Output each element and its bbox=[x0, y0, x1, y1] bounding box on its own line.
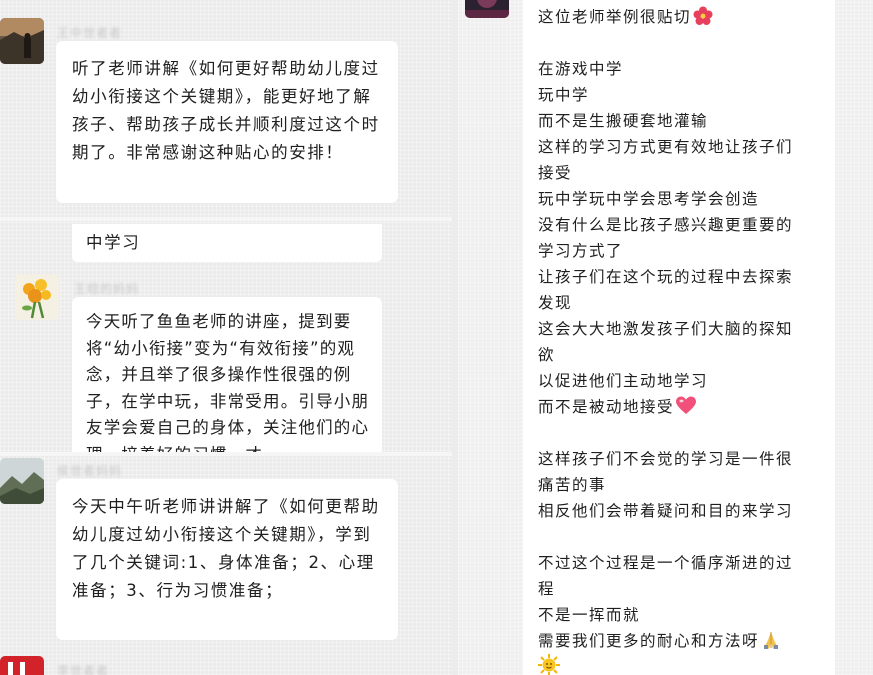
message-line bbox=[538, 524, 827, 550]
message-line: 而不是生搬硬套地灌输 bbox=[538, 112, 709, 130]
message-line: 这会大大地激发孩子们大脑的探知 bbox=[538, 320, 794, 338]
message-text: 听了老师讲解《如何更好帮助幼儿度过幼小衔接这个关键期》，能更好地了解孩子、帮助孩… bbox=[72, 59, 380, 162]
message-line: 程 bbox=[538, 580, 556, 598]
message-text-block: 这位老师举例很贴切 在游戏中学 玩中学 而不是生搬硬套地灌输 这样的学习方式更有… bbox=[538, 4, 827, 675]
message-line bbox=[538, 654, 827, 675]
message-line: 这样孩子们不会觉的学习是一件很 bbox=[538, 450, 794, 468]
message-bubble[interactable]: 听了老师讲解《如何更好帮助幼儿度过幼小衔接这个关键期》，能更好地了解孩子、帮助孩… bbox=[56, 41, 398, 203]
message-line: 欲 bbox=[538, 346, 556, 364]
message-line: 玩中学玩中学会思考学会创造 bbox=[538, 190, 760, 208]
message-line bbox=[538, 30, 827, 56]
left-chat-panel[interactable]: 王中世者者 听了老师讲解《如何更好帮助幼儿度过幼小衔接这个关键期》，能更好地了解… bbox=[0, 0, 452, 675]
avatar-image bbox=[0, 656, 44, 675]
avatar-flower[interactable] bbox=[15, 274, 59, 320]
message-line: 不过这个过程是一个循序渐进的过 bbox=[538, 554, 794, 572]
right-chat-panel[interactable]: 这位老师举例很贴切 在游戏中学 玩中学 而不是生搬硬套地灌输 这样的学习方式更有… bbox=[458, 0, 873, 675]
folded-hands-emoji bbox=[761, 630, 781, 658]
message-line: 需要我们更多的耐心和方法呀 bbox=[538, 628, 827, 654]
message-text: 今天听了鱼鱼老师的讲座，提到要将“幼小衔接”变为“有效衔接”的观念，并且举了很多… bbox=[86, 312, 370, 452]
avatar-red[interactable] bbox=[0, 656, 44, 675]
message-bubble[interactable]: 今天听了鱼鱼老师的讲座，提到要将“幼小衔接”变为“有效衔接”的观念，并且举了很多… bbox=[72, 297, 382, 452]
screenshot-divider bbox=[0, 217, 452, 221]
pink-heart-emoji bbox=[676, 396, 697, 424]
avatar-dark[interactable] bbox=[465, 0, 509, 18]
hibiscus-emoji bbox=[693, 6, 713, 34]
message-line: 这位老师举例很贴切 bbox=[538, 4, 827, 30]
avatar-image bbox=[0, 458, 44, 504]
avatar-mountain-sunset[interactable] bbox=[0, 18, 44, 64]
sender-name: 侯世者妈妈 bbox=[57, 464, 123, 478]
message-line: 学习方式了 bbox=[538, 242, 624, 260]
message-line: 玩中学 bbox=[538, 86, 590, 104]
sun-with-face-emoji bbox=[538, 654, 560, 675]
message-bubble[interactable]: 今天中午听老师讲讲解了《如何更帮助幼儿度过幼小衔接这个关键期》，学到了几个关键词… bbox=[56, 479, 398, 640]
sender-name: 王晗的妈妈 bbox=[74, 282, 140, 296]
avatar-landscape[interactable] bbox=[0, 458, 44, 504]
sender-name: 李世者者 bbox=[57, 664, 110, 675]
message-line: 发现 bbox=[538, 294, 573, 312]
screenshot-divider bbox=[0, 452, 452, 456]
message-line: 接受 bbox=[538, 164, 573, 182]
message-line: 相反他们会带着疑问和目的来学习 bbox=[538, 502, 794, 520]
message-bubble[interactable]: 这位老师举例很贴切 在游戏中学 玩中学 而不是生搬硬套地灌输 这样的学习方式更有… bbox=[523, 0, 835, 675]
message-text: 中学习 bbox=[86, 233, 141, 252]
message-line: 以促进他们主动地学习 bbox=[538, 372, 709, 390]
message-line: 在游戏中学 bbox=[538, 60, 624, 78]
avatar-image bbox=[465, 0, 509, 18]
avatar-image bbox=[0, 18, 44, 64]
message-line: 痛苦的事 bbox=[538, 476, 607, 494]
message-line: 没有什么是比孩子感兴趣更重要的 bbox=[538, 216, 794, 234]
message-line: 让孩子们在这个玩的过程中去探索 bbox=[538, 268, 794, 286]
message-bubble-fragment[interactable]: 中学习 bbox=[72, 224, 382, 262]
avatar-image bbox=[15, 274, 59, 320]
message-line: 这样的学习方式更有效地让孩子们 bbox=[538, 138, 794, 156]
message-line: 不是一挥而就 bbox=[538, 606, 641, 624]
sender-name: 王中世者者 bbox=[57, 26, 123, 40]
message-line: 而不是被动地接受 bbox=[538, 394, 827, 420]
message-text: 今天中午听老师讲讲解了《如何更帮助幼儿度过幼小衔接这个关键期》，学到了几个关键词… bbox=[72, 497, 380, 600]
